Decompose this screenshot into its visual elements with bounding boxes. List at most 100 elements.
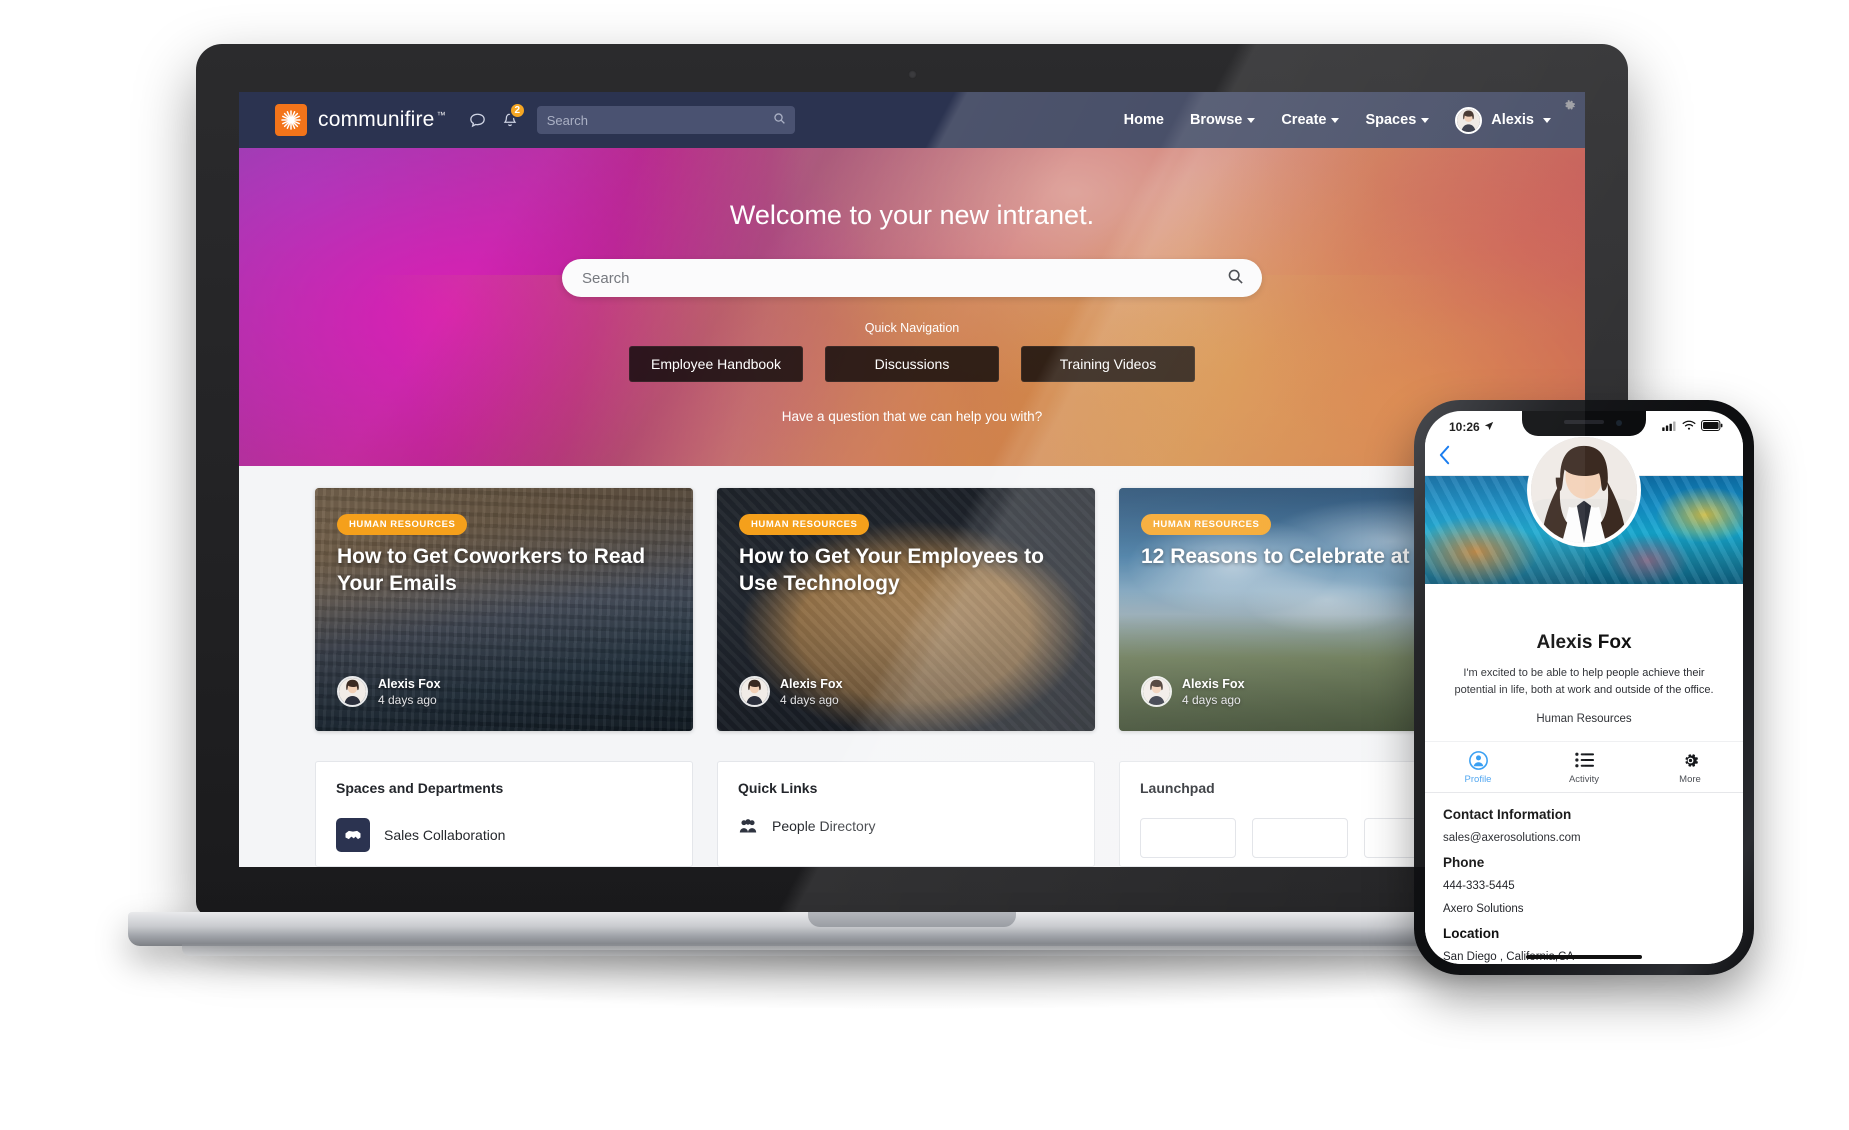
profile-details: Contact Information sales@axerosolutions… (1425, 793, 1743, 964)
chevron-down-icon (1331, 117, 1340, 123)
communifire-logo-icon[interactable] (275, 104, 307, 136)
navbar-search-placeholder: Search (546, 112, 588, 128)
notification-badge: 2 (508, 101, 526, 119)
space-list-item-label: Sales Collaboration (384, 827, 506, 843)
avatar (337, 676, 368, 707)
navbar-search-input[interactable]: Search (536, 106, 795, 134)
article-author-name: Alexis Fox (1182, 676, 1245, 691)
article-title: How to Get Your Employees to Use Technol… (739, 545, 1044, 595)
cellular-signal-icon (1662, 420, 1677, 434)
page-content: HUMAN RESOURCES How to Get Coworkers to … (239, 466, 1585, 867)
panel-quick-links: Quick Links People Directory (717, 761, 1095, 867)
quick-link-item[interactable]: People Directory (738, 818, 1074, 834)
tab-profile[interactable]: Profile (1425, 742, 1531, 792)
quick-link-item-label: People Directory (772, 818, 876, 834)
panel-title: Spaces and Departments (336, 780, 504, 796)
gear-icon (1637, 750, 1743, 770)
article-author-block: Alexis Fox 4 days ago (337, 676, 441, 707)
hero-question-text: Have a question that we can help you wit… (781, 409, 1043, 424)
quicknav-training-videos-button[interactable]: Training Videos (1021, 346, 1195, 382)
quick-navigation-buttons: Employee Handbook Discussions Training V… (239, 346, 1585, 382)
company-value: Axero Solutions (1443, 903, 1524, 915)
article-category-badge: HUMAN RESOURCES (337, 514, 468, 535)
trademark-symbol: ™ (436, 110, 446, 120)
hero-search-placeholder: Search (582, 269, 630, 287)
list-icon (1531, 750, 1637, 770)
article-author-meta: Alexis Fox 4 days ago (1182, 677, 1245, 707)
chat-bubble-icon[interactable] (468, 111, 487, 130)
panel-row: Spaces and Departments Sales Collaborati… (257, 731, 1567, 867)
article-author-meta: Alexis Fox 4 days ago (378, 677, 441, 707)
article-timestamp: 4 days ago (1182, 692, 1241, 707)
launchpad-tile[interactable] (1140, 818, 1236, 858)
nav-item-home-label: Home (1123, 112, 1164, 128)
article-card[interactable]: HUMAN RESOURCES How to Get Your Employee… (717, 488, 1095, 731)
profile-department: Human Resources (1536, 713, 1632, 725)
phone-home-indicator (1526, 955, 1642, 959)
phone-notch (1522, 411, 1646, 436)
laptop-screen: communifire ™ 2 Search Home Browse Creat… (239, 92, 1585, 867)
space-list-item[interactable]: Sales Collaboration (336, 818, 672, 852)
brand-name-text: communifire (318, 108, 435, 131)
article-timestamp: 4 days ago (378, 692, 437, 707)
hero-search-input[interactable]: Search (562, 259, 1262, 297)
search-icon (773, 112, 786, 128)
nav-item-create[interactable]: Create (1281, 112, 1340, 128)
handshake-icon (336, 818, 370, 852)
tab-more-label: More (1679, 774, 1701, 785)
brand-name[interactable]: communifire ™ (318, 108, 446, 132)
laptop-webcam-icon (908, 70, 917, 79)
launchpad-tile[interactable] (1252, 818, 1348, 858)
hero-title: Welcome to your new intranet. (729, 200, 1095, 230)
hero-banner: Welcome to your new intranet. Search Qui… (239, 148, 1585, 466)
panel-title: Quick Links (738, 780, 818, 796)
quicknav-discussions-button[interactable]: Discussions (825, 346, 999, 382)
phone-camera-icon (1616, 420, 1622, 426)
avatar (739, 676, 770, 707)
user-menu-label: Alexis (1491, 112, 1534, 128)
profile-tab-bar: Profile Activity More (1425, 741, 1743, 793)
gear-icon[interactable] (1562, 98, 1577, 118)
laptop-base-notch (808, 912, 1016, 927)
tab-more[interactable]: More (1637, 742, 1743, 792)
hero-content: Welcome to your new intranet. Search Qui… (239, 148, 1585, 424)
bell-icon[interactable]: 2 (501, 101, 526, 130)
article-author-meta: Alexis Fox 4 days ago (780, 677, 843, 707)
nav-item-browse[interactable]: Browse (1189, 112, 1256, 128)
avatar (1527, 433, 1641, 547)
nav-item-browse-label: Browse (1189, 112, 1243, 128)
screenshot-root: communifire ™ 2 Search Home Browse Creat… (0, 0, 1849, 1130)
user-menu[interactable]: Alexis (1455, 106, 1551, 134)
chevron-down-icon (1543, 117, 1551, 123)
people-icon (738, 818, 758, 834)
avatar (1141, 676, 1172, 707)
tab-activity-label: Activity (1568, 774, 1600, 785)
chevron-down-icon (1421, 117, 1430, 123)
chevron-left-icon[interactable] (1438, 444, 1451, 470)
profile-name: Alexis Fox (1536, 632, 1632, 653)
quicknav-employee-handbook-button[interactable]: Employee Handbook (629, 346, 803, 382)
quick-navigation-label: Quick Navigation (864, 321, 960, 335)
navbar-links: Home Browse Create Spaces Alexis (1124, 106, 1585, 134)
tab-activity[interactable]: Activity (1531, 742, 1637, 792)
section-heading-phone: Phone (1443, 855, 1485, 870)
article-author-name: Alexis Fox (780, 676, 843, 691)
navbar-icon-group: 2 (468, 101, 526, 130)
section-heading-location: Location (1443, 926, 1500, 941)
article-author-block: Alexis Fox 4 days ago (1141, 676, 1245, 707)
article-author-name: Alexis Fox (378, 676, 441, 691)
search-icon[interactable] (1227, 268, 1244, 289)
panel-spaces-and-departments: Spaces and Departments Sales Collaborati… (315, 761, 693, 867)
wifi-icon (1682, 420, 1696, 434)
nav-item-spaces-label: Spaces (1365, 112, 1417, 128)
profile-tagline: I'm excited to be able to help people ac… (1454, 667, 1714, 696)
article-author-block: Alexis Fox 4 days ago (739, 676, 843, 707)
article-card[interactable]: HUMAN RESOURCES How to Get Coworkers to … (315, 488, 693, 731)
nav-item-home[interactable]: Home (1124, 112, 1164, 128)
nav-item-spaces[interactable]: Spaces (1365, 112, 1430, 128)
article-category-badge: HUMAN RESOURCES (1141, 514, 1272, 535)
phone-number-value[interactable]: 444-333-5445 (1443, 880, 1725, 892)
status-right (1662, 419, 1723, 434)
avatar (1455, 106, 1483, 134)
contact-email-value[interactable]: sales@axerosolutions.com (1443, 832, 1725, 844)
